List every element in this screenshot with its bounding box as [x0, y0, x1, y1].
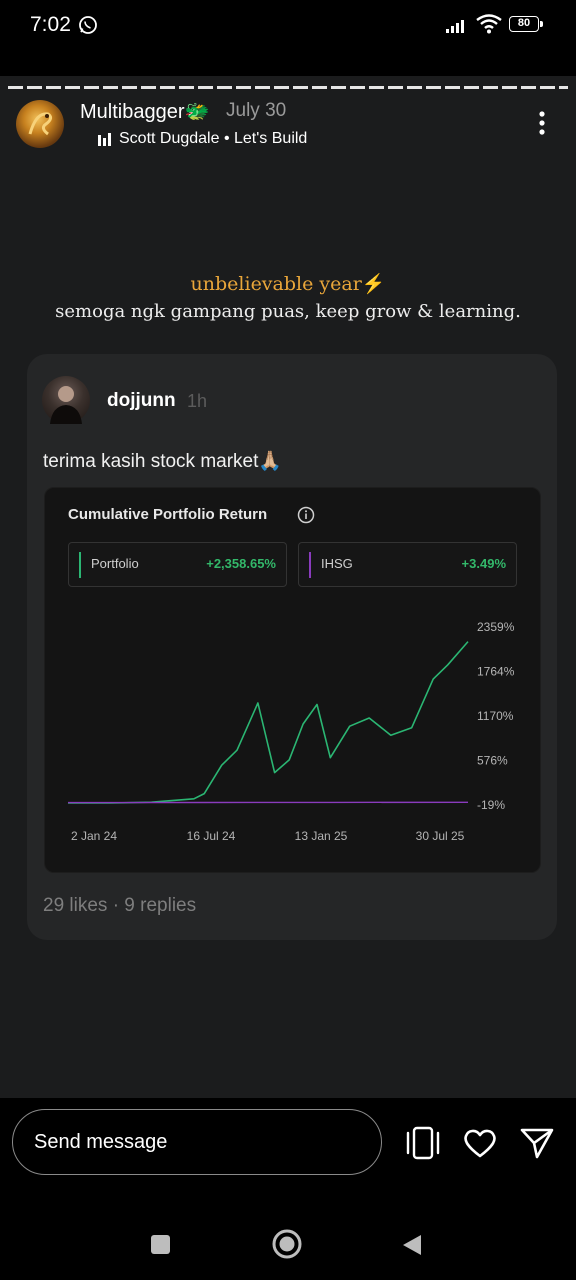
post-author-avatar[interactable]: [42, 376, 90, 424]
x-tick-label: 30 Jul 25: [416, 829, 465, 843]
legend-ihsg-value: +3.49%: [461, 556, 506, 571]
chart-title: Cumulative Portfolio Return: [68, 506, 268, 523]
battery-icon: 80: [509, 16, 539, 32]
post-author-name[interactable]: dojjunn: [107, 390, 176, 412]
series-line-portfolio: [68, 641, 469, 804]
legend-portfolio-value: +2,358.65%: [206, 556, 276, 571]
story-caption-title: unbelievable year⚡: [190, 273, 386, 295]
story-date: July 30: [226, 100, 287, 121]
story-progress-bar: [8, 86, 568, 89]
x-tick-label: 16 Jul 24: [187, 829, 236, 843]
dragon-logo-icon: [28, 112, 53, 136]
x-tick-label: 2 Jan 24: [71, 829, 117, 843]
send-message-placeholder[interactable]: Send message: [34, 1131, 167, 1154]
battery-tip: [540, 21, 543, 27]
y-tick-label: 576%: [477, 754, 508, 768]
send-direct-icon[interactable]: [519, 1126, 555, 1160]
story-avatar[interactable]: [16, 100, 64, 148]
whatsapp-icon: [79, 16, 97, 34]
post-stats[interactable]: 29 likes · 9 replies: [43, 895, 196, 917]
person-photo-icon: [50, 386, 82, 424]
y-tick-label: 1170%: [477, 709, 514, 723]
legend-portfolio-swatch: [79, 552, 81, 578]
battery-level: 80: [517, 17, 531, 29]
legend-ihsg-swatch: [309, 552, 311, 578]
legend-ihsg: IHSG +3.49%: [298, 542, 517, 587]
rotate-view-icon[interactable]: [405, 1126, 441, 1160]
story-username[interactable]: Multibagger🐲: [80, 99, 209, 124]
nav-back-button[interactable]: [401, 1233, 423, 1257]
return-line-chart: 2359% 1764% 1170% 576% -19% 2 Jan 24 16 Jul 24…: [67, 620, 515, 843]
music-bars-icon: [98, 133, 111, 146]
wifi-icon: [476, 14, 502, 34]
status-time: 7:02: [30, 13, 71, 36]
legend-portfolio-name: Portfolio: [91, 556, 139, 571]
nav-recents-button[interactable]: [151, 1235, 170, 1254]
x-tick-label: 13 Jan 25: [295, 829, 348, 843]
y-tick-label: 1764%: [477, 665, 515, 679]
music-label[interactable]: Scott Dugdale • Let's Build: [119, 130, 307, 148]
more-options-icon[interactable]: [532, 110, 552, 136]
story-caption-subtitle: semoga ngk gampang puas, keep grow & lea…: [55, 301, 521, 322]
heart-like-icon[interactable]: [462, 1126, 498, 1160]
legend-ihsg-name: IHSG: [321, 556, 353, 571]
signal-icon: [446, 20, 464, 33]
y-tick-label: 2359%: [477, 620, 515, 634]
info-icon: [297, 506, 315, 524]
post-text: terima kasih stock market🙏🏼: [43, 451, 283, 472]
nav-home-button[interactable]: [271, 1228, 303, 1260]
post-time: 1h: [187, 391, 208, 411]
y-tick-label: -19%: [477, 798, 505, 812]
legend-portfolio: Portfolio +2,358.65%: [68, 542, 287, 587]
